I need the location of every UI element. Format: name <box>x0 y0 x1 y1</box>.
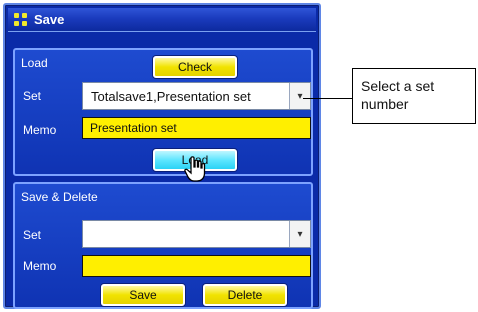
callout-line <box>303 98 352 99</box>
load-section-title: Load <box>21 56 48 70</box>
delete-button[interactable]: Delete <box>203 284 287 306</box>
chevron-down-icon[interactable]: ▾ <box>289 83 310 109</box>
save-button[interactable]: Save <box>101 284 185 306</box>
save-memo-label: Memo <box>23 259 57 273</box>
load-memo-field[interactable]: Presentation set <box>82 117 311 139</box>
load-memo-label: Memo <box>23 123 57 137</box>
save-memo-field[interactable] <box>82 255 311 277</box>
save-section-title: Save & Delete <box>21 190 98 204</box>
hand-pointer-icon <box>184 156 206 182</box>
title-bar: Save <box>8 8 316 32</box>
menu-grid-icon <box>14 12 28 27</box>
load-set-select[interactable]: Totalsave1,Presentation set ▾ <box>82 82 311 110</box>
load-set-value: Totalsave1,Presentation set <box>91 88 251 104</box>
save-set-select[interactable]: ▾ <box>82 220 311 248</box>
page: Save Load Check Set Totalsave1,Presentat… <box>0 0 478 312</box>
check-button[interactable]: Check <box>153 56 237 78</box>
window-title: Save <box>34 12 65 27</box>
save-set-label: Set <box>23 228 42 242</box>
save-panel: Save Load Check Set Totalsave1,Presentat… <box>3 3 321 309</box>
callout-box: Select a set number <box>352 68 476 124</box>
load-section: Load Check Set Totalsave1,Presentation s… <box>13 48 313 176</box>
save-delete-section: Save & Delete Set ▾ Memo Save Delete <box>13 182 313 309</box>
load-memo-value: Presentation set <box>90 121 177 135</box>
load-set-label: Set <box>23 89 42 103</box>
chevron-down-icon[interactable]: ▾ <box>289 221 310 247</box>
